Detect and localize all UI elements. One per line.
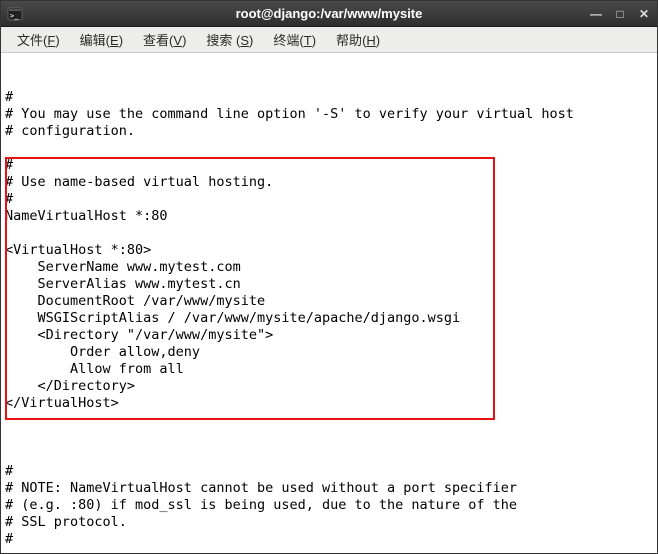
window-controls: — □ ✕ [587,6,653,22]
maximize-button[interactable]: □ [611,6,629,22]
minimize-button[interactable]: — [587,6,605,22]
titlebar[interactable]: >_ root@django:/var/www/mysite — □ ✕ [1,1,657,27]
menu-terminal[interactable]: 终端(T) [263,27,326,52]
svg-text:>_: >_ [10,12,19,20]
terminal-icon: >_ [7,6,23,22]
menubar: 文件(F) 编辑(E) 查看(V) 搜索 (S) 终端(T) 帮助(H) [1,27,657,53]
terminal-window: >_ root@django:/var/www/mysite — □ ✕ 文件(… [0,0,658,554]
terminal-content[interactable]: # # You may use the command line option … [1,53,657,553]
menu-help[interactable]: 帮助(H) [326,27,390,52]
menu-view[interactable]: 查看(V) [133,27,196,52]
menu-edit[interactable]: 编辑(E) [70,27,133,52]
window-title: root@django:/var/www/mysite [236,6,423,21]
close-button[interactable]: ✕ [635,6,653,22]
menu-file[interactable]: 文件(F) [7,27,70,52]
terminal-text: # # You may use the command line option … [5,89,653,548]
menu-search[interactable]: 搜索 (S) [196,27,263,52]
